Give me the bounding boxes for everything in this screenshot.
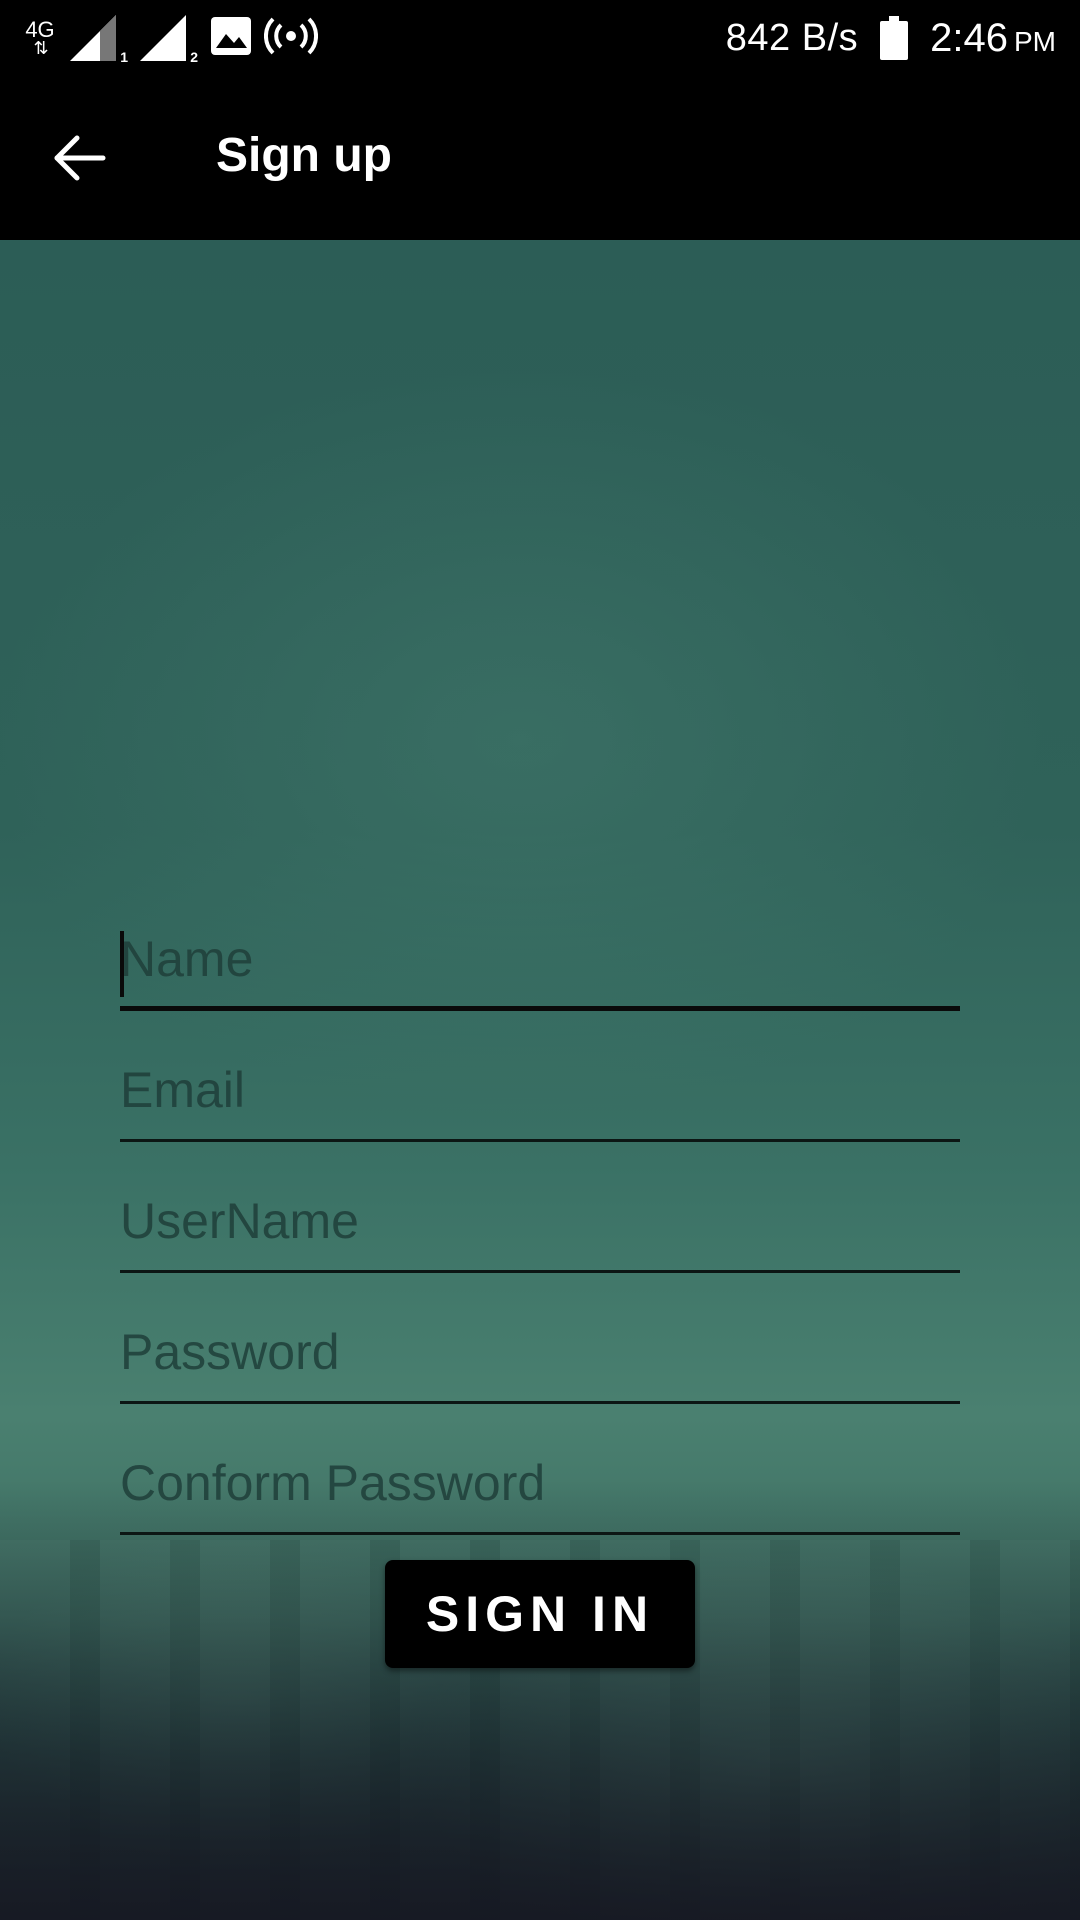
- network-type-indicator: 4G ⇅: [22, 19, 58, 58]
- signal-sim2-icon: 2: [140, 15, 198, 65]
- username-field: [120, 1142, 960, 1273]
- confirm-password-underline: [120, 1532, 960, 1535]
- status-right: 842 B/s 2:46 PM: [726, 8, 1056, 68]
- password-input[interactable]: [120, 1314, 960, 1390]
- name-field: [120, 880, 960, 1011]
- battery-icon: [880, 16, 909, 60]
- email-input[interactable]: [120, 1052, 960, 1128]
- email-field: [120, 1011, 960, 1142]
- signal-sim1-icon: 1: [70, 15, 128, 65]
- confirm-password-field: [120, 1404, 960, 1535]
- arrow-left-icon: [54, 135, 106, 181]
- confirm-password-input[interactable]: [120, 1445, 960, 1521]
- password-field: [120, 1273, 960, 1404]
- network-speed: 842 B/s: [725, 16, 859, 59]
- bottom-shade: [0, 1480, 1080, 1920]
- background-image: SIGN IN: [0, 240, 1080, 1920]
- clock: 2:46 PM: [930, 16, 1056, 61]
- status-left-icons: 4G ⇅ 1 2: [22, 12, 319, 65]
- text-cursor: [120, 931, 124, 997]
- data-activity-icon: ⇅: [33, 38, 48, 58]
- status-bar: 4G ⇅ 1 2 842 B/s 2:46 PM: [0, 0, 1080, 76]
- toolbar: Sign up: [0, 76, 1080, 240]
- sim2-label: 2: [190, 49, 198, 65]
- name-input[interactable]: [120, 921, 960, 997]
- sign-in-button[interactable]: SIGN IN: [385, 1560, 695, 1668]
- hotspot-icon: [263, 16, 319, 61]
- signup-form: [120, 880, 960, 1535]
- clock-time: 2:46: [930, 15, 1008, 60]
- page-title: Sign up: [216, 129, 392, 182]
- username-input[interactable]: [120, 1183, 960, 1259]
- sim1-label: 1: [120, 49, 128, 65]
- image-notification-icon: [210, 16, 252, 61]
- clock-ampm: PM: [1014, 25, 1056, 57]
- back-button[interactable]: [38, 116, 122, 200]
